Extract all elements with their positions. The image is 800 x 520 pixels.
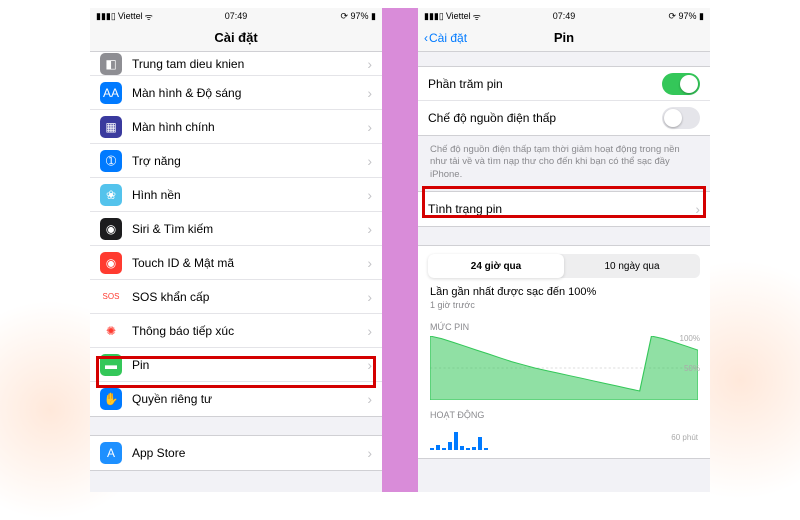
battery-health-group: Tình trạng pin › [418,191,710,227]
activity-bar [478,437,482,450]
activity-bar [460,446,464,450]
row-low-power[interactable]: Chế độ nguồn điện thấp [418,101,710,135]
settings-row-accessibility[interactable]: ➀ Trợ năng› [90,144,382,178]
activity-axis-label: 60 phút [671,433,698,442]
chevron-right-icon: › [367,323,372,339]
sos-icon: SOS [100,286,122,308]
chevron-right-icon: › [367,153,372,169]
page-title: Cài đặt [214,30,257,45]
activity-title: HOẠT ĐỘNG [418,404,710,422]
chevron-right-icon: › [367,357,372,373]
touchid-icon: ◉ [100,252,122,274]
time-range-segment[interactable]: 24 giờ qua 10 ngày qua [428,254,700,278]
chart-title: MỨC PIN [418,316,710,334]
row-label: Touch ID & Mật mã [132,256,367,270]
row-label: Thông báo tiếp xúc [132,324,367,338]
toggle-battery-percent[interactable] [662,73,700,95]
last-charge-time: 1 giờ trước [418,300,710,316]
settings-row-control-center[interactable]: ◧ Trung tam dieu knien› [90,52,382,76]
chevron-right-icon: › [695,201,700,217]
chevron-right-icon: › [367,85,372,101]
clock-label: 07:49 [90,11,382,21]
activity-bar [448,442,452,450]
chevron-right-icon: › [367,289,372,305]
settings-row-exposure[interactable]: ✺ Thông báo tiếp xúc› [90,314,382,348]
row-label: Phần trăm pin [428,77,662,91]
chevron-right-icon: › [367,221,372,237]
clock-label: 07:49 [418,11,710,21]
chevron-right-icon: › [367,255,372,271]
row-label: Hình nền [132,188,367,202]
activity-bar [454,432,458,450]
settings-row-home-screen[interactable]: ▦ Màn hình chính› [90,110,382,144]
row-label: Siri & Tìm kiếm [132,222,367,236]
usage-card: 24 giờ qua 10 ngày qua Lần gần nhất được… [418,245,710,459]
activity-bar [436,445,440,450]
back-button[interactable]: ‹Cài đặt [424,31,467,45]
settings-row-wallpaper[interactable]: ❀ Hình nền› [90,178,382,212]
back-label: Cài đặt [429,31,467,45]
row-label: Màn hình & Độ sáng [132,86,367,100]
chevron-right-icon: › [367,187,372,203]
activity-bar [472,447,476,450]
wallpaper-icon: ❀ [100,184,122,206]
chevron-left-icon: ‹ [424,31,428,45]
last-charge-label: Lần gần nhất được sạc đến 100% [418,284,710,300]
battery-level-chart: 100% 50% [430,336,698,400]
chevron-right-icon: › [367,56,372,72]
privacy-icon: ✋ [100,388,122,410]
segment-10d[interactable]: 10 ngày qua [564,254,700,278]
toggle-low-power[interactable] [662,107,700,129]
row-label: Quyền riêng tư [132,392,367,406]
row-label: SOS khẩn cấp [132,290,367,304]
row-label: Trợ năng [132,154,367,168]
appstore-icon: A [100,442,122,464]
navbar: Cài đặt [90,24,382,52]
exposure-icon: ✺ [100,320,122,342]
home-screen-icon: ▦ [100,116,122,138]
segment-24h[interactable]: 24 giờ qua [428,254,564,278]
chevron-right-icon: › [367,445,372,461]
settings-row-privacy[interactable]: ✋ Quyền riêng tư› [90,382,382,416]
settings-row-appstore[interactable]: A App Store› [90,436,382,470]
battery-icon: ▬ [100,354,122,376]
low-power-note: Chế độ nguồn điện thấp tạm thời giảm hoạ… [418,140,710,191]
chevron-right-icon: › [367,119,372,135]
row-battery-health[interactable]: Tình trạng pin › [418,192,710,226]
page-title: Pin [554,30,574,45]
row-label: Pin [132,358,367,372]
activity-bar [484,448,488,450]
activity-bar [430,448,434,450]
phone-battery: ▮▮▮▯ Viettel ᯤ 07:49 ⟳ 97% ▮ ‹Cài đặt Pi… [418,8,710,492]
navbar: ‹Cài đặt Pin [418,24,710,52]
tick-100: 100% [680,334,700,343]
tick-50: 50% [684,364,700,373]
siri-icon: ◉ [100,218,122,240]
activity-bar [442,448,446,450]
row-battery-percent[interactable]: Phần trăm pin [418,67,710,101]
row-label: Màn hình chính [132,120,367,134]
settings-list[interactable]: ◧Trung tam dieu knien›AAMàn hình & Độ sá… [90,52,382,471]
row-label: Trung tam dieu knien [132,57,367,71]
comparison-stage: ▮▮▮▯ Viettel ᯤ 07:49 ⟳ 97% ▮ Cài đặt ◧ Tr… [90,8,710,492]
status-bar: ▮▮▮▯ Viettel ᯤ 07:49 ⟳ 97% ▮ [418,8,710,24]
settings-row-display[interactable]: AA Màn hình & Độ sáng› [90,76,382,110]
settings-row-sos[interactable]: SOS SOS khẩn cấp› [90,280,382,314]
settings-row-touchid[interactable]: ◉ Touch ID & Mật mã› [90,246,382,280]
accessibility-icon: ➀ [100,150,122,172]
settings-row-siri[interactable]: ◉ Siri & Tìm kiếm› [90,212,382,246]
display-icon: AA [100,82,122,104]
status-bar: ▮▮▮▯ Viettel ᯤ 07:49 ⟳ 97% ▮ [90,8,382,24]
phone-settings: ▮▮▮▯ Viettel ᯤ 07:49 ⟳ 97% ▮ Cài đặt ◧ Tr… [90,8,418,492]
row-label: App Store [132,446,367,460]
control-center-icon: ◧ [100,53,122,75]
activity-bar [466,448,470,450]
activity-chart: 60 phút [430,424,698,450]
settings-row-battery[interactable]: ▬ Pin› [90,348,382,382]
row-label: Chế độ nguồn điện thấp [428,111,662,125]
chevron-right-icon: › [367,391,372,407]
row-label: Tình trạng pin [428,202,695,216]
battery-toggle-group: Phần trăm pin Chế độ nguồn điện thấp [418,66,710,136]
